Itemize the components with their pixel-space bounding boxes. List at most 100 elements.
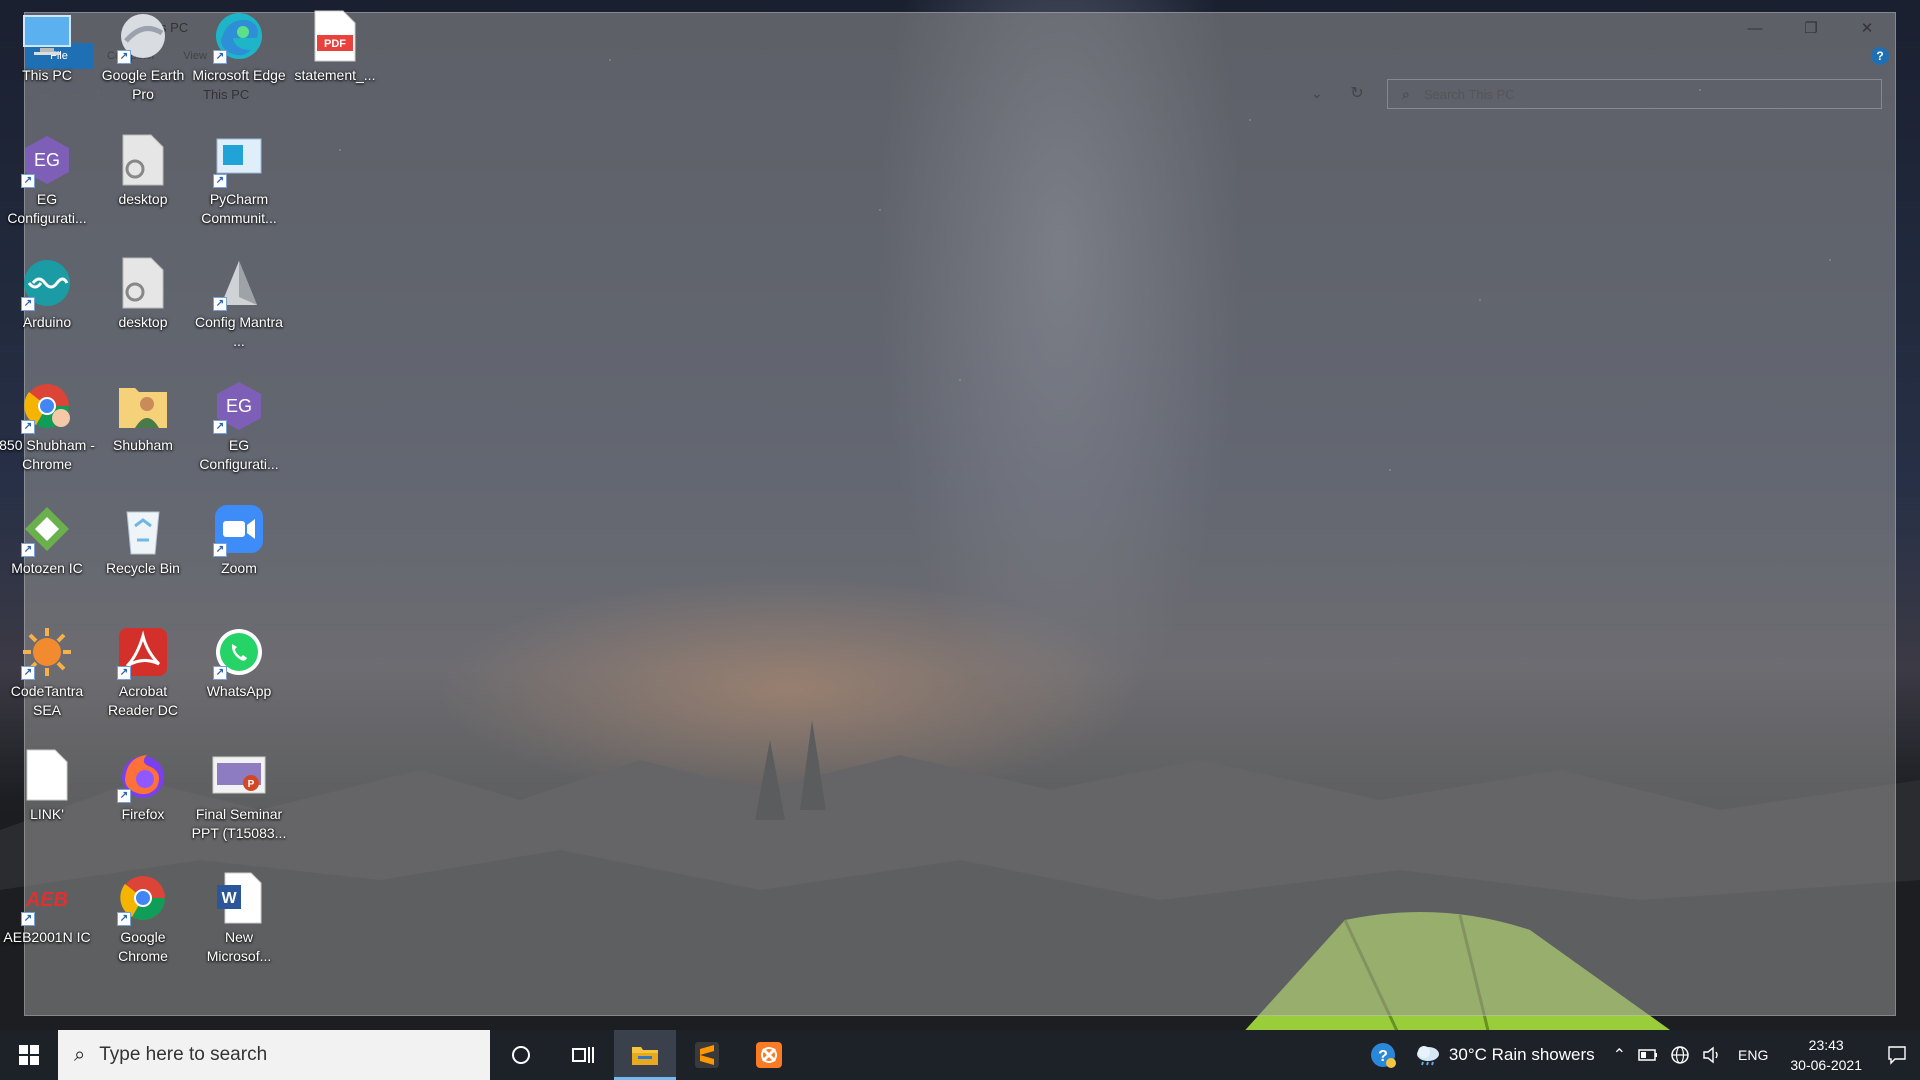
- desktop-icon[interactable]: ↗ Motozen IC: [0, 497, 94, 607]
- desktop-icon-label: Config Mantra ...: [195, 314, 283, 349]
- desktop-icon[interactable]: PDF statement_...: [288, 4, 382, 114]
- recycle-bin-icon: [115, 501, 171, 557]
- action-center-button[interactable]: [1874, 1030, 1920, 1080]
- desktop-icon[interactable]: ↗ WhatsApp: [192, 620, 286, 730]
- desktop-icon[interactable]: desktop: [96, 251, 190, 361]
- aeb-icon: AEB ↗: [19, 870, 75, 926]
- weather-text: 30°C Rain showers: [1448, 1045, 1595, 1064]
- desktop-icon-label: 850 Shubham - Chrome: [0, 437, 95, 472]
- desktop-icon-label: AEB2001N IC: [3, 929, 91, 945]
- minimize-button[interactable]: —: [1727, 13, 1783, 43]
- desktop-icon[interactable]: ↗ Firefox: [96, 743, 190, 853]
- pdf-file-icon: PDF: [307, 8, 363, 64]
- motozen-icon: ↗: [19, 501, 75, 557]
- cortana-button[interactable]: [490, 1030, 552, 1080]
- tray-network[interactable]: [1664, 1030, 1696, 1080]
- get-help-icon: ?: [1370, 1043, 1396, 1068]
- desktop-icon[interactable]: W New Microsof...: [192, 866, 286, 976]
- notification-icon: [1888, 1046, 1906, 1065]
- taskbar-xampp[interactable]: [738, 1030, 800, 1080]
- desktop-icon-label: Microsoft Edge: [192, 67, 286, 83]
- desktop-icon[interactable]: EG ↗ EG Configurati...: [192, 374, 286, 484]
- desktop-icon-label: WhatsApp: [206, 683, 272, 699]
- desktop-icon-label: Acrobat Reader DC: [107, 683, 179, 718]
- show-hidden-icons[interactable]: ⌃: [1607, 1030, 1632, 1080]
- shortcut-arrow-icon: ↗: [213, 174, 227, 188]
- desktop-icon[interactable]: ↗ PyCharm Communit...: [192, 128, 286, 238]
- shortcut-arrow-icon: ↗: [213, 297, 227, 311]
- taskbar-sublime-text[interactable]: [676, 1030, 738, 1080]
- svg-text:EG: EG: [226, 396, 252, 416]
- desktop-icon-label: Arduino: [22, 314, 72, 330]
- desktop-icon[interactable]: ↗ Google Earth Pro: [96, 4, 190, 114]
- google-earth-icon: ↗: [115, 8, 171, 64]
- restore-button[interactable]: ❐: [1783, 13, 1839, 43]
- shortcut-arrow-icon: ↗: [213, 420, 227, 434]
- arduino-icon: ↗: [19, 255, 75, 311]
- explorer-search[interactable]: ⌕: [1387, 79, 1882, 109]
- shortcut-arrow-icon: ↗: [21, 297, 35, 311]
- desktop-icon[interactable]: ↗ Acrobat Reader DC: [96, 620, 190, 730]
- desktop-icon-label: Shubham: [113, 437, 173, 453]
- config-mantra-icon: ↗: [211, 255, 267, 311]
- start-button[interactable]: [0, 1030, 58, 1080]
- desktop-icon[interactable]: ↗ Arduino: [0, 251, 94, 361]
- codetantra-icon: ↗: [19, 624, 75, 680]
- window-controls: — ❐ ✕: [1727, 13, 1895, 43]
- tray-volume[interactable]: [1696, 1030, 1728, 1080]
- desktop-icon-label: statement_...: [294, 67, 376, 83]
- desktop-icon[interactable]: ↗ Config Mantra ...: [192, 251, 286, 361]
- shortcut-arrow-icon: ↗: [117, 789, 131, 803]
- svg-text:W: W: [221, 890, 237, 907]
- taskbar: ⌕ ? 30°C Rain showers ⌃ ENG: [0, 1030, 1920, 1080]
- desktop-icon-label: New Microsof...: [206, 929, 272, 964]
- weather-widget[interactable]: 30°C Rain showers: [1403, 1030, 1607, 1080]
- task-view-button[interactable]: [552, 1030, 614, 1080]
- desktop-icon[interactable]: desktop: [96, 128, 190, 238]
- desktop-icon[interactable]: This PC: [0, 4, 94, 114]
- chevron-down-icon[interactable]: ⌄: [1311, 85, 1323, 102]
- blank-file-icon: [19, 747, 75, 803]
- search-icon: ⌕: [1402, 85, 1410, 102]
- desktop-icon[interactable]: ↗ Google Chrome: [96, 866, 190, 976]
- explorer-search-input[interactable]: [1423, 86, 1824, 102]
- desktop-icon[interactable]: EG ↗ EG Configurati...: [0, 128, 94, 238]
- svg-text:EG: EG: [34, 150, 60, 170]
- tray-help[interactable]: ?: [1363, 1030, 1403, 1080]
- desktop-icon[interactable]: P Final Seminar PPT (T15083...: [192, 743, 286, 853]
- rain-cloud-icon: [1416, 1046, 1439, 1066]
- desktop-icon-label: PyCharm Communit...: [201, 191, 277, 226]
- xampp-icon: [756, 1042, 782, 1068]
- desktop-icon[interactable]: LINK': [0, 743, 94, 853]
- acrobat-icon: ↗: [115, 624, 171, 680]
- desktop-icon-label: LINK': [30, 806, 64, 822]
- language-indicator[interactable]: ENG: [1728, 1030, 1778, 1080]
- desktop-icon-label: desktop: [118, 314, 168, 330]
- refresh-icon[interactable]: ↻: [1343, 83, 1371, 105]
- tray-battery[interactable]: [1632, 1030, 1664, 1080]
- shortcut-arrow-icon: ↗: [21, 543, 35, 557]
- help-icon[interactable]: ?: [1871, 47, 1889, 65]
- desktop-icon[interactable]: ↗ Microsoft Edge: [192, 4, 286, 114]
- whatsapp-icon: ↗: [211, 624, 267, 680]
- clock[interactable]: 23:43 30-06-2021: [1778, 1030, 1874, 1080]
- desktop-icon-label: Zoom: [221, 560, 257, 576]
- desktop-icon-label: EG Configurati...: [199, 437, 279, 472]
- desktop-icon[interactable]: Shubham: [96, 374, 190, 484]
- shortcut-arrow-icon: ↗: [213, 543, 227, 557]
- desktop-icon[interactable]: Recycle Bin: [96, 497, 190, 607]
- taskbar-file-explorer[interactable]: [614, 1030, 676, 1080]
- taskbar-search-input[interactable]: [99, 1044, 480, 1066]
- eg-config-icon: EG ↗: [211, 378, 267, 434]
- file-explorer-window[interactable]: This PC — ❐ ✕ File Computer View ? ←→↑ T…: [24, 12, 1896, 1016]
- desktop-icon[interactable]: AEB ↗ AEB2001N IC: [0, 866, 94, 976]
- desktop-icon[interactable]: ↗ 850 Shubham - Chrome: [0, 374, 95, 484]
- shortcut-arrow-icon: ↗: [213, 666, 227, 680]
- desktop-icon[interactable]: ↗ Zoom: [192, 497, 286, 607]
- desktop-icon-label: Google Chrome: [118, 929, 168, 964]
- desktop-icon[interactable]: ↗ CodeTantra SEA: [0, 620, 94, 730]
- shortcut-arrow-icon: ↗: [117, 50, 131, 64]
- firefox-icon: ↗: [115, 747, 171, 803]
- taskbar-search[interactable]: ⌕: [58, 1030, 490, 1080]
- close-button[interactable]: ✕: [1839, 13, 1895, 43]
